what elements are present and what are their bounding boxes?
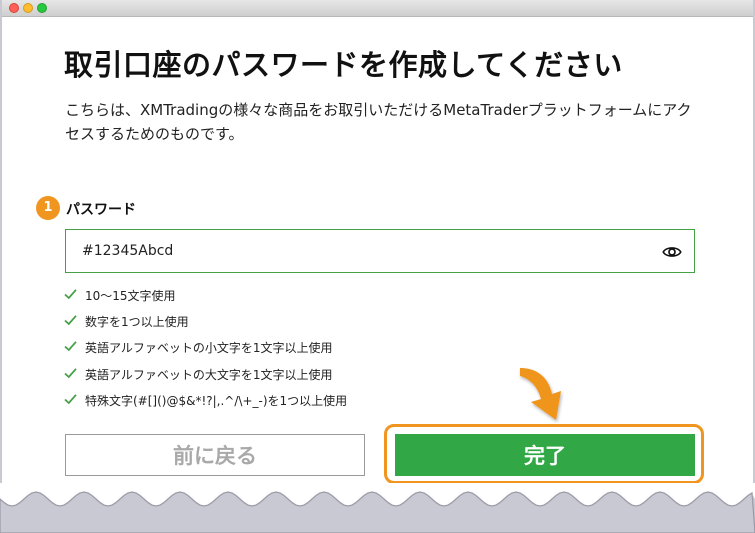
password-label: パスワード — [66, 202, 136, 218]
rule-text: 数字を1つ以上使用 — [85, 315, 189, 330]
done-button[interactable]: 完了 — [395, 434, 695, 476]
check-icon — [64, 341, 77, 352]
check-icon — [64, 315, 77, 326]
app-window: 取引口座のパスワードを作成してください こちらは、XMTradingの様々な商品… — [2, 0, 753, 533]
password-input[interactable]: #12345Abcd — [65, 229, 695, 273]
rule-text: 10〜15文字使用 — [85, 289, 176, 303]
maximize-window-icon[interactable] — [37, 3, 47, 13]
rule-text: 特殊文字(#[]()@$&*!?|,.^/\+_-)を1つ以上使用 — [85, 393, 348, 408]
window-titlebar — [2, 0, 753, 17]
torn-edge-wave — [0, 483, 755, 533]
eye-icon[interactable] — [662, 242, 682, 262]
page-title: 取引口座のパスワードを作成してください — [64, 48, 623, 82]
step-number-badge: 1 — [36, 196, 60, 220]
page-description: こちらは、XMTradingの様々な商品をお取引いただけるMetaTraderプ… — [65, 101, 692, 143]
back-button[interactable]: 前に戻る — [65, 434, 365, 476]
minimize-window-icon[interactable] — [23, 3, 33, 13]
pointer-arrow-icon — [520, 368, 561, 420]
rule-text: 英語アルファベットの小文字を1文字以上使用 — [85, 341, 333, 356]
check-icon — [64, 367, 77, 378]
rule-text: 英語アルファベットの大文字を1文字以上使用 — [85, 367, 333, 382]
close-window-icon[interactable] — [9, 3, 19, 13]
check-icon — [64, 393, 77, 405]
password-value: #12345Abcd — [82, 243, 174, 259]
check-icon — [64, 289, 77, 300]
